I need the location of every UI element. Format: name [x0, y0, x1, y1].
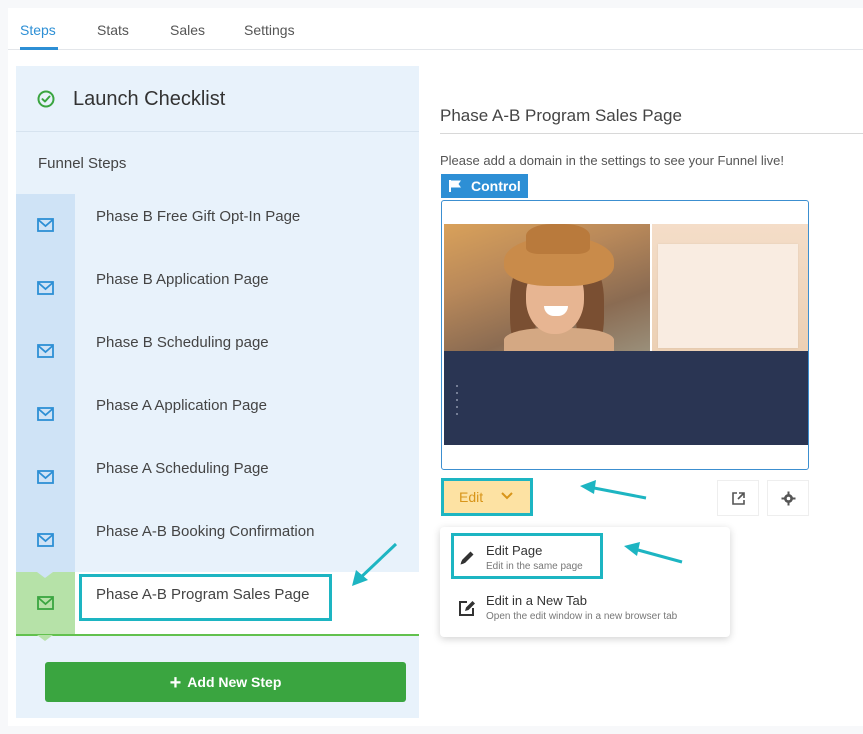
step-icon-column — [16, 383, 75, 452]
add-new-step-button[interactable]: + Add New Step — [45, 662, 406, 702]
open-external-button[interactable] — [717, 480, 759, 516]
arrow-icon — [580, 480, 647, 500]
step-label: Phase A-B Booking Confirmation — [96, 523, 315, 540]
mail-icon — [37, 407, 54, 421]
menu-item-subtitle: Edit in the same page — [486, 561, 583, 572]
menu-item-subtitle: Open the edit window in a new browser ta… — [486, 611, 678, 622]
tab-steps[interactable]: Steps — [20, 22, 56, 38]
funnel-step[interactable]: Phase B Free Gift Opt-In Page — [16, 194, 419, 263]
step-icon-column — [16, 572, 75, 641]
active-tab-indicator — [20, 47, 58, 50]
menu-item-title: Edit Page — [486, 543, 543, 558]
external-link-icon — [732, 492, 745, 505]
funnel-step[interactable]: Phase A Scheduling Page — [16, 446, 419, 515]
preview-bullet — [456, 399, 458, 401]
arrow-icon — [352, 542, 398, 586]
page-title: Phase A-B Program Sales Page — [440, 106, 682, 125]
step-label: Phase B Application Page — [96, 271, 269, 288]
highlight-box — [79, 574, 332, 621]
mail-icon — [37, 344, 54, 358]
pencil-icon — [460, 551, 474, 565]
page-preview-thumbnail[interactable] — [441, 200, 809, 470]
preview-bullet — [456, 385, 458, 387]
domain-note: Please add a domain in the settings to s… — [440, 153, 784, 168]
funnel-step[interactable]: Phase B Scheduling page — [16, 320, 419, 389]
preview-bullet — [456, 392, 458, 394]
preview-form-card — [658, 244, 798, 348]
step-icon-column — [16, 257, 75, 326]
add-step-label: Add New Step — [187, 674, 282, 690]
flag-icon — [449, 180, 461, 192]
chevron-down-icon — [501, 492, 513, 500]
funnel-step[interactable]: Phase A Application Page — [16, 383, 419, 452]
funnel-step[interactable]: Phase B Application Page — [16, 257, 419, 326]
plus-icon: + — [169, 672, 182, 694]
tab-sales[interactable]: Sales — [170, 22, 205, 38]
control-label: Control — [471, 178, 521, 194]
edit-box-icon — [459, 601, 475, 616]
preview-bullet — [456, 413, 458, 415]
step-icon-column — [16, 194, 75, 263]
control-badge: Control — [441, 174, 528, 198]
tab-stats[interactable]: Stats — [97, 22, 129, 38]
preview-navy-section — [444, 351, 808, 445]
preview-bullet — [456, 406, 458, 408]
launch-checklist[interactable]: Launch Checklist — [16, 66, 419, 132]
mail-icon — [37, 533, 54, 547]
tab-settings[interactable]: Settings — [244, 22, 295, 38]
menu-item-title: Edit in a New Tab — [486, 593, 587, 608]
menu-item-edit-new-tab[interactable]: Edit in a New Tab Open the edit window i… — [440, 585, 730, 631]
top-tabs: Steps Stats Sales Settings — [8, 8, 863, 50]
edit-dropdown-button[interactable]: Edit — [441, 478, 533, 516]
mail-icon — [37, 596, 54, 610]
mail-icon — [37, 281, 54, 295]
active-step-underline — [16, 634, 419, 636]
step-label: Phase B Scheduling page — [96, 334, 269, 351]
mail-icon — [37, 218, 54, 232]
check-circle-icon — [37, 90, 55, 108]
mail-icon — [37, 470, 54, 484]
app-page: Steps Stats Sales Settings Launch Checkl… — [8, 8, 863, 726]
gear-icon — [781, 491, 796, 506]
step-icon-column — [16, 320, 75, 389]
funnel-steps-label: Funnel Steps — [38, 155, 127, 172]
checklist-title: Launch Checklist — [73, 88, 226, 110]
preview-form-area — [652, 224, 808, 351]
hero-photo — [444, 224, 650, 351]
main-panel: Phase A-B Program Sales Page Please add … — [419, 66, 863, 718]
photo-hat-crown — [526, 224, 590, 254]
step-label: Phase A Application Page — [96, 397, 267, 414]
arrow-icon — [624, 542, 683, 564]
step-label: Phase A Scheduling Page — [96, 460, 269, 477]
title-divider — [440, 133, 863, 134]
step-settings-button[interactable] — [767, 480, 809, 516]
step-label: Phase B Free Gift Opt-In Page — [96, 208, 301, 225]
edit-label: Edit — [459, 489, 484, 505]
step-icon-column — [16, 509, 75, 578]
step-icon-column — [16, 446, 75, 515]
